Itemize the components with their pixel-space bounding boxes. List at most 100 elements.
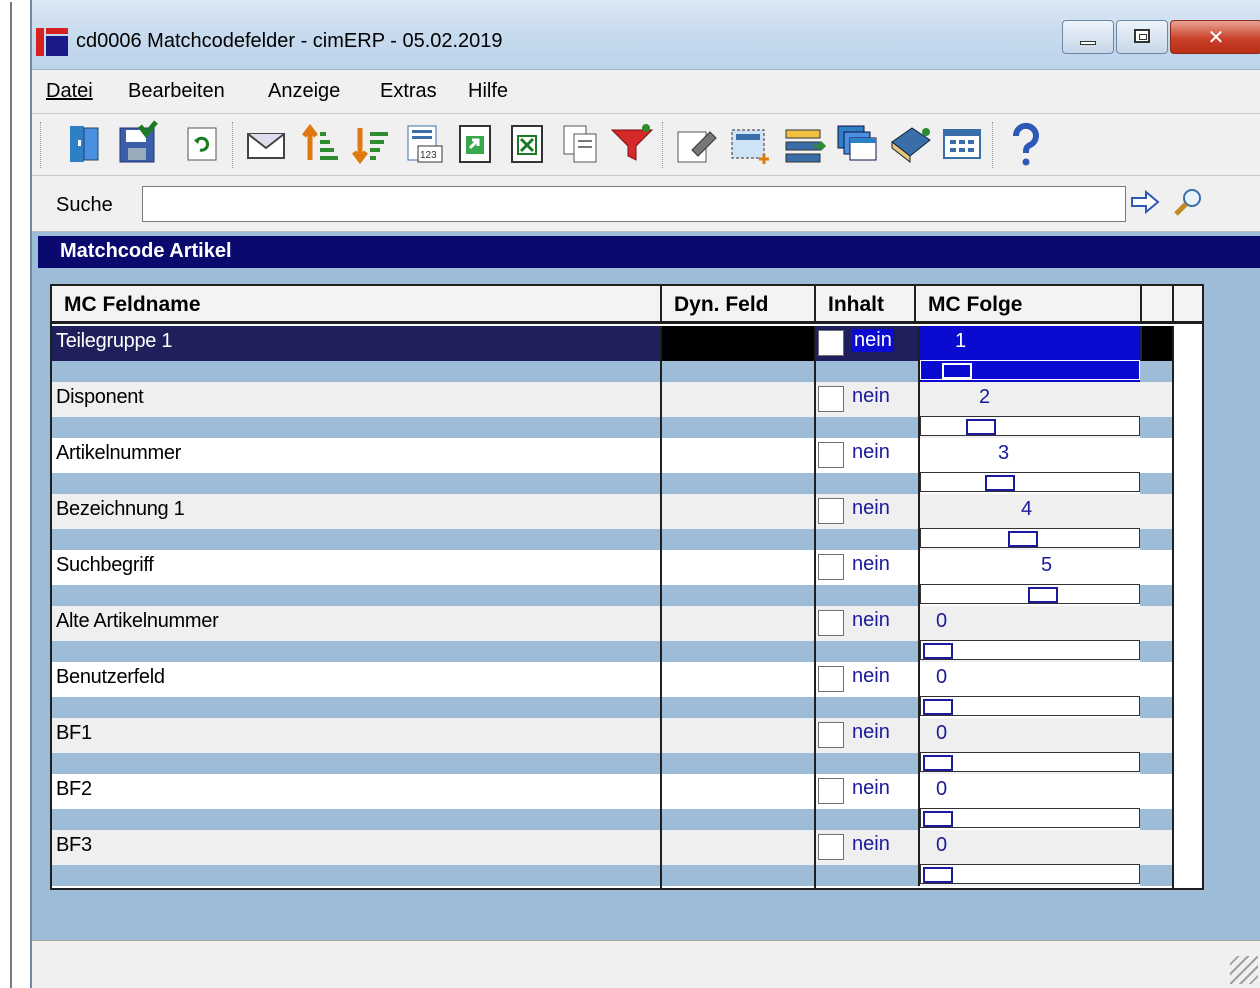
col-header-mc-folge[interactable]: MC Folge <box>916 286 1142 324</box>
cell-dyn-feld[interactable] <box>662 718 816 753</box>
mc-folge-slider[interactable] <box>920 528 1140 548</box>
col-header-inhalt[interactable]: Inhalt <box>816 286 916 324</box>
mc-folge-cell[interactable]: 2 <box>918 382 1140 438</box>
mc-folge-slider[interactable] <box>920 472 1140 492</box>
mc-folge-cell[interactable]: 4 <box>918 494 1140 550</box>
cell-mc-feldname[interactable]: Suchbegriff <box>56 554 154 577</box>
help-icon[interactable] <box>1002 120 1050 168</box>
cell-dyn-feld[interactable] <box>662 550 816 585</box>
mc-folge-cell[interactable]: 1 <box>918 326 1140 382</box>
inhalt-checkbox[interactable] <box>818 386 844 412</box>
table-row[interactable]: Teilegruppe 1 nein 1 <box>52 326 1202 382</box>
slider-thumb[interactable] <box>923 699 953 715</box>
table-row[interactable]: BF1 nein 0 <box>52 718 1202 774</box>
menu-datei[interactable]: Datei <box>46 80 93 103</box>
table-row[interactable]: Suchbegriff nein 5 <box>52 550 1202 606</box>
cell-dyn-feld[interactable] <box>662 774 816 809</box>
magnifier-icon[interactable] <box>1172 186 1206 220</box>
table-row[interactable]: Artikelnummer nein 3 <box>52 438 1202 494</box>
slider-thumb[interactable] <box>923 867 953 883</box>
menu-anzeige[interactable]: Anzeige <box>268 80 340 103</box>
slider-thumb[interactable] <box>1008 531 1038 547</box>
save-icon[interactable] <box>114 120 162 168</box>
slider-thumb[interactable] <box>966 419 996 435</box>
mc-folge-cell[interactable]: 0 <box>918 774 1140 830</box>
search-go-arrow-icon[interactable] <box>1130 190 1160 214</box>
cell-mc-feldname[interactable]: BF3 <box>56 834 92 857</box>
number-list-icon[interactable]: 123 <box>400 120 448 168</box>
mc-folge-cell[interactable]: 5 <box>918 550 1140 606</box>
mc-folge-slider[interactable] <box>920 416 1140 436</box>
inhalt-checkbox[interactable] <box>818 442 844 468</box>
cell-dyn-feld[interactable] <box>662 382 816 417</box>
inhalt-checkbox[interactable] <box>818 610 844 636</box>
grid-view-icon[interactable] <box>938 120 986 168</box>
slider-thumb[interactable] <box>942 363 972 379</box>
cell-mc-feldname[interactable]: Disponent <box>56 386 144 409</box>
menu-bearbeiten[interactable]: Bearbeiten <box>128 80 225 103</box>
cell-mc-feldname[interactable]: BF2 <box>56 778 92 801</box>
windows-icon[interactable] <box>832 120 880 168</box>
cell-dyn-feld[interactable] <box>662 494 816 529</box>
table-row[interactable]: Disponent nein 2 <box>52 382 1202 438</box>
cell-mc-feldname[interactable]: Bezeichnung 1 <box>56 498 185 521</box>
minimize-button[interactable] <box>1062 20 1114 54</box>
slider-thumb[interactable] <box>923 811 953 827</box>
slider-thumb[interactable] <box>985 475 1015 491</box>
slider-thumb[interactable] <box>923 755 953 771</box>
sort-ascending-icon[interactable] <box>298 120 346 168</box>
inhalt-checkbox[interactable] <box>818 722 844 748</box>
mc-folge-slider[interactable] <box>920 640 1140 660</box>
cell-dyn-feld[interactable] <box>662 438 816 473</box>
filter-icon[interactable] <box>608 120 656 168</box>
inhalt-checkbox[interactable] <box>818 834 844 860</box>
cell-dyn-feld[interactable] <box>662 830 816 865</box>
export-icon[interactable] <box>452 120 500 168</box>
cell-dyn-feld[interactable] <box>662 662 816 697</box>
menu-extras[interactable]: Extras <box>380 80 437 103</box>
mc-folge-slider[interactable] <box>920 696 1140 716</box>
inhalt-checkbox[interactable] <box>818 554 844 580</box>
resize-grip-icon[interactable] <box>1230 956 1258 984</box>
table-row[interactable]: Benutzerfeld nein 0 <box>52 662 1202 718</box>
slider-thumb[interactable] <box>923 643 953 659</box>
cell-mc-feldname[interactable]: Teilegruppe 1 <box>56 330 173 353</box>
copy-icon[interactable] <box>556 120 604 168</box>
mc-folge-slider[interactable] <box>920 584 1140 604</box>
mc-folge-cell[interactable]: 0 <box>918 718 1140 774</box>
mc-folge-slider[interactable] <box>920 752 1140 772</box>
cell-mc-feldname[interactable]: Benutzerfeld <box>56 666 165 689</box>
mc-folge-cell[interactable]: 0 <box>918 662 1140 718</box>
mc-folge-cell[interactable]: 0 <box>918 830 1140 886</box>
cell-mc-feldname[interactable]: Alte Artikelnummer <box>56 610 219 633</box>
cell-mc-feldname[interactable]: BF1 <box>56 722 92 745</box>
inhalt-checkbox[interactable] <box>818 666 844 692</box>
list-transfer-icon[interactable] <box>780 120 828 168</box>
exit-door-icon[interactable] <box>62 120 110 168</box>
cell-dyn-feld[interactable] <box>662 606 816 641</box>
mc-folge-cell[interactable]: 3 <box>918 438 1140 494</box>
close-button[interactable]: ✕ <box>1170 20 1260 54</box>
sort-descending-icon[interactable] <box>348 120 396 168</box>
col-header-dyn-feld[interactable]: Dyn. Feld <box>662 286 816 324</box>
maximize-button[interactable] <box>1116 20 1168 54</box>
slider-thumb[interactable] <box>1028 587 1058 603</box>
mc-folge-slider[interactable] <box>920 864 1140 884</box>
mc-folge-cell[interactable]: 0 <box>918 606 1140 662</box>
table-row[interactable]: BF3 nein 0 <box>52 830 1202 886</box>
mc-folge-slider[interactable] <box>920 360 1140 380</box>
inhalt-checkbox[interactable] <box>818 778 844 804</box>
table-row[interactable]: Bezeichnung 1 nein 4 <box>52 494 1202 550</box>
refresh-icon[interactable] <box>178 120 226 168</box>
cell-mc-feldname[interactable]: Artikelnummer <box>56 442 181 465</box>
search-input[interactable] <box>142 186 1126 222</box>
mc-folge-slider[interactable] <box>920 808 1140 828</box>
col-header-mc-feldname[interactable]: MC Feldname <box>52 286 662 324</box>
excel-export-icon[interactable] <box>504 120 552 168</box>
table-row[interactable]: BF2 nein 0 <box>52 774 1202 830</box>
inhalt-checkbox[interactable] <box>818 498 844 524</box>
inhalt-checkbox[interactable] <box>818 330 844 356</box>
edit-icon[interactable] <box>672 120 720 168</box>
new-record-icon[interactable] <box>726 120 774 168</box>
email-icon[interactable] <box>242 120 290 168</box>
